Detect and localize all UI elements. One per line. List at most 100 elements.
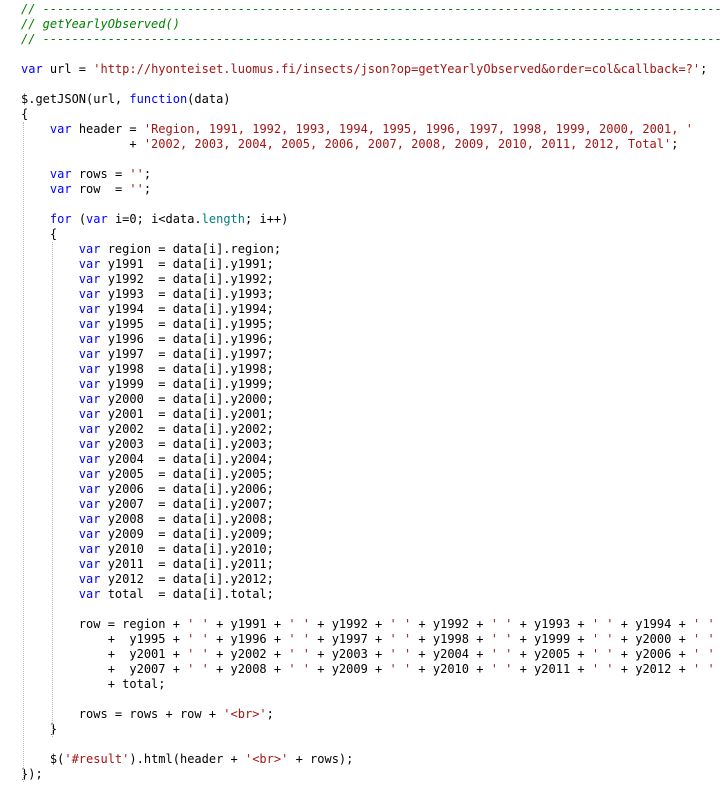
code-token: ( [71,212,87,226]
code-token: + y1999 + [512,632,592,646]
code-line: var y1997 = data[i].y1997; [21,347,274,362]
code-token: + y1994 + [613,617,694,631]
code-line: var y2010 = data[i].y2010; [21,542,274,557]
code-token: y2012 = data[i].y2012; [100,572,274,586]
string-token: ' ' [187,632,209,646]
code-line: + total; [21,677,166,692]
keyword-token: var [49,182,72,196]
string-token: ' ' [389,632,412,646]
code-token: y2006 = data[i].y2006; [100,482,274,496]
string-token: '<br>' [223,707,267,721]
keyword-token: var [78,527,101,541]
code-line: + y1995 + ' ' + y1996 + ' ' + y1997 + ' … [21,632,715,647]
code-token: + y2005 + [512,647,592,661]
code-line: var y1991 = data[i].y1991; [21,257,274,272]
code-line: + '2002, 2003, 2004, 2005, 2006, 2007, 2… [21,137,678,152]
code-line: var y1995 = data[i].y1995; [21,317,274,332]
code-token: y1994 = data[i].y1994; [100,302,274,316]
keyword-token: var [78,302,101,316]
code-token: + y2007 + [21,662,188,676]
code-token: + y2006 + [613,647,694,661]
keyword-token: var [78,512,101,526]
code-token: + y2010 + [411,662,491,676]
code-line: var region = data[i].region; [21,242,281,257]
code-token: y2011 = data[i].y2011; [100,557,274,571]
code-token: + y1992 + [310,617,390,631]
keyword-token: var [78,482,101,496]
keyword-token: var [21,62,43,76]
keyword-token: for [49,212,72,226]
code-token: y2005 = data[i].y2005; [100,467,274,481]
string-token: ' ' [591,632,614,646]
keyword-token: var [78,542,101,556]
code-token: ; [143,167,152,181]
code-token: y1992 = data[i].y1992; [100,272,274,286]
code-token: + y1996 + [208,632,289,646]
code-token: y2002 = data[i].y2002; [100,422,274,436]
code-line: var y2008 = data[i].y2008; [21,512,274,527]
code-line: var header = 'Region, 1991, 1992, 1993, … [21,122,693,137]
code-line: var y2005 = data[i].y2005; [21,467,274,482]
code-line: var y1992 = data[i].y1992; [21,272,274,287]
keyword-token: var [78,497,101,511]
code-token: }); [21,767,43,781]
code-line: { [21,227,57,242]
string-token: ' ' [187,647,209,661]
code-line: var row = ''; [21,182,151,197]
code-line: var y2009 = data[i].y2009; [21,527,274,542]
code-token: i=0; i<data. [107,212,202,226]
string-token: ' ' [187,617,209,631]
code-token: $.getJSON(url, [21,92,130,106]
keyword-token: var [78,272,101,286]
keyword-token: var [78,422,101,436]
code-line: for (var i=0; i<data.length; i++) [21,212,288,227]
code-token: y1995 = data[i].y1995; [100,317,274,331]
code-token: + rows); [288,752,354,766]
code-line: var y2003 = data[i].y2003; [21,437,274,452]
string-token: ' ' [389,617,412,631]
string-token: ' ' [288,632,311,646]
code-line: var rows = ''; [21,167,151,182]
string-token: ' ' [288,617,311,631]
string-token: '2002, 2003, 2004, 2005, 2006, 2007, 200… [143,137,672,151]
string-token: '#result' [64,752,130,766]
keyword-token: var [78,437,101,451]
string-token: '' [129,182,144,196]
string-token: ' ' [490,632,513,646]
code-token: + y2002 + [208,647,289,661]
code-token: y2007 = data[i].y2007; [100,497,274,511]
code-line: row = region + ' ' + y1991 + ' ' + y1992… [21,617,715,632]
keyword-token: var [78,257,101,271]
code-token: ; i++) [245,212,289,226]
code-token: + y2004 + [411,647,491,661]
code-token: + y2003 + [310,647,390,661]
code-token: y2008 = data[i].y2008; [100,512,274,526]
code-line: var y2000 = data[i].y2000; [21,392,274,407]
code-line: + y2007 + ' ' + y2008 + ' ' + y2009 + ' … [21,662,715,677]
code-token: y2001 = data[i].y2001; [100,407,274,421]
code-token: rows = [71,167,130,181]
code-token: y2000 = data[i].y2000; [100,392,274,406]
code-editor[interactable]: // -------------------------------------… [0,0,723,788]
code-token: + y1995 + [21,632,188,646]
code-line: var y2006 = data[i].y2006; [21,482,274,497]
indent-guide [23,122,24,782]
code-line: var y2011 = data[i].y2011; [21,557,274,572]
keyword-token: var [78,362,101,376]
code-token: y1991 = data[i].y1991; [100,257,274,271]
code-line: var y1998 = data[i].y1998; [21,362,274,377]
